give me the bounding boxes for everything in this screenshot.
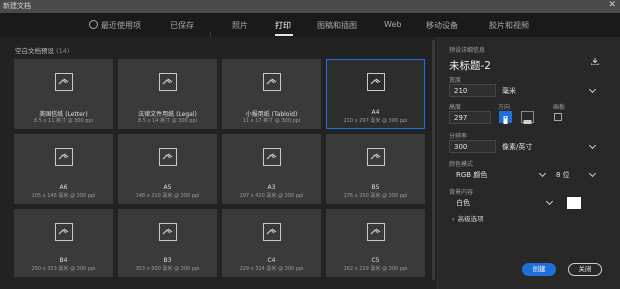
presets-scrollbar[interactable] (432, 40, 435, 280)
preset-name: B4 (59, 257, 68, 264)
portrait-icon (503, 116, 508, 124)
resolution-label: 分辨率 (449, 133, 468, 140)
artboard-label: 画板 (553, 104, 566, 111)
artboard-checkbox[interactable] (554, 113, 562, 121)
color-mode-label: 颜色模式 (449, 161, 474, 168)
close-button[interactable]: 关闭 (568, 263, 602, 276)
portrait-orientation-button[interactable] (499, 111, 512, 124)
title-bar: 新建文档 ✕ (0, 0, 620, 13)
document-preset-icon (159, 148, 177, 166)
preset-size: 250 x 353 毫米 @ 300 ppi (31, 266, 96, 272)
preset-name: A4 (371, 109, 380, 116)
resolution-unit-select[interactable]: 像素/英寸 (502, 142, 532, 152)
width-label: 宽度 (449, 77, 462, 84)
height-input[interactable]: 297 (449, 111, 491, 124)
preset-name: B3 (163, 257, 172, 264)
preset-card[interactable]: A4 210 x 297 毫米 @ 300 ppi (326, 59, 425, 129)
preset-card[interactable]: 法律文件用纸 (Legal) 8.5 x 14 英寸 @ 300 ppi (118, 59, 217, 129)
preset-card[interactable]: 小报用纸 (Tabloid) 11 x 17 英寸 @ 300 ppi (222, 59, 321, 129)
preset-card[interactable]: A6 105 x 148 毫米 @ 300 ppi (14, 134, 113, 204)
document-preset-icon (263, 73, 281, 91)
window-title: 新建文档 (3, 2, 31, 10)
preset-size: 353 x 500 毫米 @ 300 ppi (135, 266, 200, 272)
preset-size: 11 x 17 英寸 @ 300 ppi (242, 118, 301, 124)
preset-name: B5 (371, 184, 380, 191)
preset-size: 105 x 148 毫米 @ 300 ppi (31, 193, 96, 199)
preset-card[interactable]: C5 162 x 229 毫米 @ 300 ppi (326, 209, 425, 277)
document-preset-icon (159, 223, 177, 241)
document-preset-icon (55, 223, 73, 241)
tab-mobile[interactable]: 移动设备 (426, 20, 458, 31)
document-title[interactable]: 未标题-2 (449, 58, 491, 73)
category-tab-bar: 最近使用项 已保存 照片 打印 图稿和插图 Web 移动设备 胶片和视频 (0, 13, 620, 44)
preset-card[interactable]: B3 353 x 500 毫米 @ 300 ppi (118, 209, 217, 277)
advanced-options-toggle[interactable]: › 高级选项 (452, 213, 484, 223)
landscape-orientation-button[interactable] (521, 111, 534, 124)
document-preset-icon (367, 148, 385, 166)
tab-saved[interactable]: 已保存 (170, 20, 194, 31)
preset-card[interactable]: B5 176 x 250 毫米 @ 300 ppi (326, 134, 425, 204)
landscape-icon (523, 120, 532, 124)
tab-art-illustration[interactable]: 图稿和插图 (317, 20, 357, 31)
preset-name: A6 (59, 184, 68, 191)
tab-recent[interactable]: 最近使用项 (89, 20, 141, 31)
preset-card[interactable]: B4 250 x 353 毫米 @ 300 ppi (14, 209, 113, 277)
presets-section-title: 空白文档预设 (14) (15, 47, 70, 55)
save-preset-icon[interactable] (591, 58, 599, 65)
tab-web[interactable]: Web (384, 20, 401, 29)
preset-size: 229 x 324 毫米 @ 300 ppi (239, 266, 304, 272)
preset-size: 176 x 250 毫米 @ 300 ppi (343, 193, 408, 199)
preset-card[interactable]: C4 229 x 324 毫米 @ 300 ppi (222, 209, 321, 277)
preset-size: 148 x 210 毫米 @ 300 ppi (135, 193, 200, 199)
width-input[interactable]: 210 (449, 84, 496, 97)
background-label: 背景内容 (449, 189, 474, 196)
preset-size: 162 x 229 毫米 @ 300 ppi (343, 266, 408, 272)
active-tab-indicator (275, 34, 293, 36)
tab-photo[interactable]: 照片 (232, 20, 248, 31)
resolution-input[interactable]: 300 (449, 140, 496, 153)
preset-size: 8.5 x 11 英寸 @ 300 ppi (33, 118, 94, 124)
height-label: 高度 (449, 104, 462, 111)
bit-depth-select[interactable]: 8 位 (556, 170, 570, 180)
document-preset-icon (55, 73, 73, 91)
tab-film-video[interactable]: 胶片和视频 (489, 20, 529, 31)
document-preset-icon (263, 223, 281, 241)
color-mode-select[interactable]: RGB 颜色 (456, 170, 487, 180)
preset-size: 297 x 420 毫米 @ 300 ppi (239, 193, 304, 199)
document-preset-icon (55, 148, 73, 166)
document-preset-icon (159, 73, 177, 91)
document-preset-icon (367, 223, 385, 241)
preset-name: A3 (267, 184, 276, 191)
window-close-icon[interactable]: ✕ (608, 0, 616, 10)
preset-name: C4 (267, 257, 276, 264)
width-unit-select[interactable]: 毫米 (502, 86, 516, 96)
document-preset-icon (367, 73, 385, 91)
create-button[interactable]: 创建 (522, 263, 556, 276)
background-color-swatch[interactable] (567, 197, 581, 209)
preset-size: 8.5 x 14 英寸 @ 300 ppi (137, 118, 198, 124)
preset-card[interactable]: A5 148 x 210 毫米 @ 300 ppi (118, 134, 217, 204)
chevron-right-icon: › (452, 215, 455, 223)
clock-icon (89, 20, 98, 29)
orientation-label: 方向 (498, 104, 511, 111)
details-header: 预设详细信息 (449, 47, 486, 54)
background-select[interactable]: 白色 (456, 198, 470, 208)
preset-card[interactable]: A3 297 x 420 毫米 @ 300 ppi (222, 134, 321, 204)
preset-card[interactable]: 美国信纸 (Letter) 8.5 x 11 英寸 @ 300 ppi (14, 59, 113, 129)
preset-size: 210 x 297 毫米 @ 300 ppi (343, 118, 408, 124)
document-preset-icon (263, 148, 281, 166)
preset-name: C5 (371, 257, 380, 264)
tab-print[interactable]: 打印 (275, 20, 291, 31)
preset-name: A5 (163, 184, 172, 191)
